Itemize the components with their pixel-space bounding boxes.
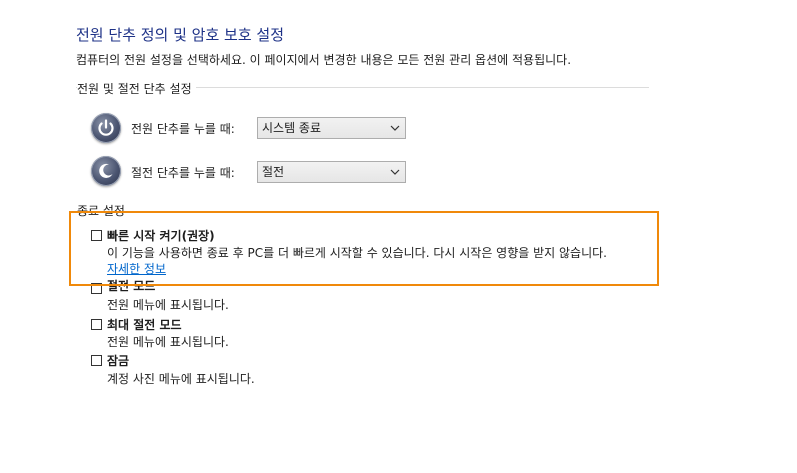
power-button-icon xyxy=(91,113,121,143)
hibernate-option-title: 최대 절전 모드 xyxy=(107,318,182,332)
sleep-button-action-value: 절전 xyxy=(262,165,285,179)
highlight-box xyxy=(69,211,659,286)
lock-option-title: 잠금 xyxy=(107,354,130,368)
hibernate-option-checkbox[interactable] xyxy=(91,319,102,330)
power-button-action-value: 시스템 종료 xyxy=(262,121,322,135)
chevron-down-icon xyxy=(390,169,400,175)
sleep-button-label: 절전 단추를 누를 때: xyxy=(131,166,235,180)
power-section-label: 전원 및 절전 단추 설정 xyxy=(77,80,196,97)
chevron-down-icon xyxy=(390,125,400,131)
lock-option-description: 계정 사진 메뉴에 표시됩니다. xyxy=(107,372,255,386)
hibernate-option-description: 전원 메뉴에 표시됩니다. xyxy=(107,335,229,349)
page-title: 전원 단추 정의 및 암호 보호 설정 xyxy=(76,26,285,44)
power-button-action-select[interactable]: 시스템 종료 xyxy=(257,117,406,139)
lock-option-checkbox[interactable] xyxy=(91,355,102,366)
power-button-label: 전원 단추를 누를 때: xyxy=(131,122,235,136)
sleep-button-action-select[interactable]: 절전 xyxy=(257,161,406,183)
sleep-button-icon xyxy=(91,156,121,186)
page-subtitle: 컴퓨터의 전원 설정을 선택하세요. 이 페이지에서 변경한 내용은 모든 전원… xyxy=(76,53,572,67)
sleep-option-description: 전원 메뉴에 표시됩니다. xyxy=(107,298,229,312)
